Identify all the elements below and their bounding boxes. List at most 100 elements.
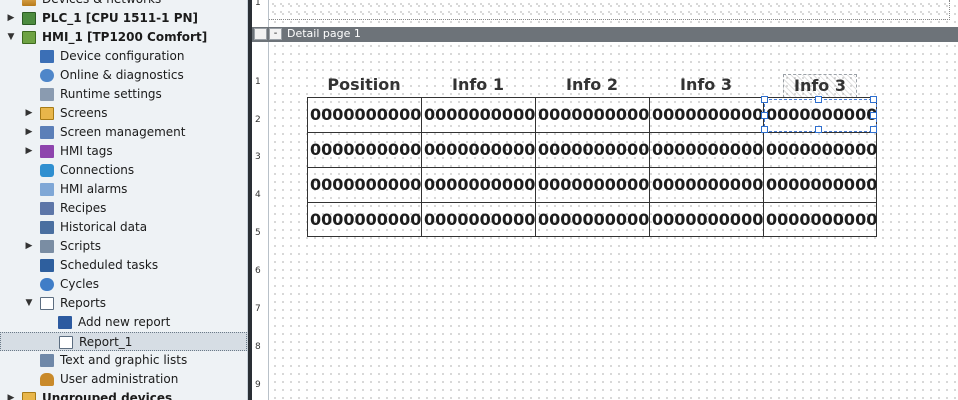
tree-item[interactable]: Add new report [0, 313, 247, 332]
ruler-number: 9 [255, 380, 261, 390]
resize-handle[interactable] [870, 112, 877, 119]
table-cell[interactable]: 0000000000 [308, 168, 421, 202]
resize-handle[interactable] [870, 96, 877, 103]
report-column-header: Info 1 [452, 75, 504, 94]
collapsed-arrow-icon[interactable]: ▶ [6, 9, 16, 28]
cycles-icon [40, 278, 54, 291]
tree-item-label: Scheduled tasks [60, 258, 159, 272]
tree-item[interactable]: ▶ HMI tags [0, 142, 247, 161]
tree-item[interactable]: HMI alarms [0, 180, 247, 199]
tree-item-label: Screen management [60, 125, 186, 139]
tree-item[interactable]: Text and graphic lists [0, 351, 247, 370]
collapse-button[interactable]: - [269, 28, 282, 40]
resize-handle[interactable] [761, 112, 768, 119]
table-cell[interactable]: 0000000000 [650, 203, 763, 237]
ruler-number: 4 [255, 190, 261, 200]
tree-item[interactable]: Historical data [0, 218, 247, 237]
user-administration-icon [40, 373, 54, 386]
table-cell[interactable]: 0000000000 [422, 133, 535, 167]
tree-item[interactable]: Online & diagnostics [0, 66, 247, 85]
report-column-header: Position [327, 75, 401, 94]
collapsed-arrow-icon[interactable]: ▶ [24, 142, 34, 161]
resize-handle[interactable] [761, 96, 768, 103]
detail-page-bar: - Detail page 1 [252, 27, 958, 42]
tree-item[interactable]: Device configuration [0, 47, 247, 66]
tree-item-label: Screens [60, 106, 108, 120]
historical-data-icon [40, 221, 54, 234]
tree-item[interactable]: Scheduled tasks [0, 256, 247, 275]
text-graphic-lists-icon [40, 354, 54, 367]
tree-item-label: Report_1 [79, 335, 133, 349]
table-cell[interactable]: 0000000000 [308, 98, 421, 132]
table-cell[interactable]: 0000000000 [536, 98, 649, 132]
table-cell[interactable]: 0000000000 [650, 133, 763, 167]
table-cell[interactable]: 0000000000 [764, 133, 877, 167]
table-cell[interactable]: 0000000000 [650, 168, 763, 202]
table-cell[interactable]: 0000000000 [422, 98, 535, 132]
hmi-icon [22, 31, 36, 44]
tree-item[interactable]: Connections [0, 161, 247, 180]
collapsed-arrow-icon[interactable]: ▶ [6, 389, 16, 400]
add-new-report-icon [58, 316, 72, 329]
tree-item[interactable]: ▼ Reports [0, 294, 247, 313]
tree-item[interactable]: Report_1 [0, 332, 247, 351]
table-cell[interactable]: 0000000000 [650, 98, 763, 132]
table-cell[interactable]: 0000000000 [764, 203, 877, 237]
vertical-ruler: 1 1 2 3 4 5 6 7 8 9 [252, 0, 269, 400]
resize-handle[interactable] [815, 126, 822, 133]
tree-item-label: Devices & networks [42, 0, 161, 9]
table-cell[interactable]: 0000000000 [308, 203, 421, 237]
page-toggle-box[interactable] [254, 28, 267, 40]
ruler-number: 3 [255, 152, 261, 162]
collapsed-arrow-icon[interactable]: ▶ [24, 104, 34, 123]
tree-item-label: Cycles [60, 277, 100, 291]
tree-item[interactable]: ▶ Screens [0, 104, 247, 123]
tree-item-label: HMI_1 [TP1200 Comfort] [42, 30, 208, 44]
table-cell[interactable]: 0000000000 [308, 133, 421, 167]
project-tree: Devices & networks ▶ PLC_1 [CPU 1511-1 PN]… [0, 0, 248, 400]
tree-item[interactable]: ▶ Scripts [0, 237, 247, 256]
tree-item-label: Recipes [60, 201, 107, 215]
table-cell[interactable]: 0000000000 [536, 168, 649, 202]
online-diagnostics-icon [40, 69, 54, 82]
screens-folder-icon [40, 107, 54, 120]
ruler-number: 5 [255, 228, 261, 238]
tree-item[interactable]: ▶ Ungrouped devices [0, 389, 247, 400]
tree-item[interactable]: User administration [0, 370, 247, 389]
tree-item[interactable]: Recipes [0, 199, 247, 218]
scheduled-tasks-icon [40, 259, 54, 272]
tree-item[interactable]: ▶ Screen management [0, 123, 247, 142]
ruler-number: 6 [255, 266, 261, 276]
report-icon [59, 336, 73, 349]
tree-item-label: Ungrouped devices [42, 391, 173, 400]
table-cell[interactable]: 0000000000 [764, 168, 877, 202]
tree-item[interactable]: ▶ PLC_1 [CPU 1511-1 PN] [0, 9, 247, 28]
expanded-arrow-icon[interactable]: ▼ [6, 28, 16, 47]
tree-item-label: Device configuration [60, 49, 185, 63]
tree-item-label: Historical data [60, 220, 148, 234]
collapsed-arrow-icon[interactable]: ▶ [24, 123, 34, 142]
resize-handle[interactable] [761, 126, 768, 133]
table-cell[interactable]: 0000000000 [536, 133, 649, 167]
tree-item[interactable]: Runtime settings [0, 85, 247, 104]
resize-handle[interactable] [815, 96, 822, 103]
table-cell[interactable]: 0000000000 [422, 203, 535, 237]
tree-item-label: Runtime settings [60, 87, 162, 101]
previous-page-area [269, 0, 950, 20]
tree-item-label: Online & diagnostics [60, 68, 184, 82]
report-column-header[interactable]: Info 3 [783, 74, 857, 98]
tree-item-label: Add new report [78, 315, 171, 329]
table-cell[interactable]: 0000000000 [422, 168, 535, 202]
tree-item-label: PLC_1 [CPU 1511-1 PN] [42, 11, 199, 25]
tree-item-label: HMI alarms [60, 182, 128, 196]
devices-networks-icon [22, 0, 36, 6]
resize-handle[interactable] [870, 126, 877, 133]
collapsed-arrow-icon[interactable]: ▶ [24, 237, 34, 256]
tree-item[interactable]: ▼ HMI_1 [TP1200 Comfort] [0, 28, 247, 47]
expanded-arrow-icon[interactable]: ▼ [24, 294, 34, 313]
tree-item-label: HMI tags [60, 144, 113, 158]
tree-item[interactable]: Devices & networks [0, 0, 247, 9]
table-cell[interactable]: 0000000000 [536, 203, 649, 237]
tree-item-label: Reports [60, 296, 107, 310]
tree-item[interactable]: Cycles [0, 275, 247, 294]
